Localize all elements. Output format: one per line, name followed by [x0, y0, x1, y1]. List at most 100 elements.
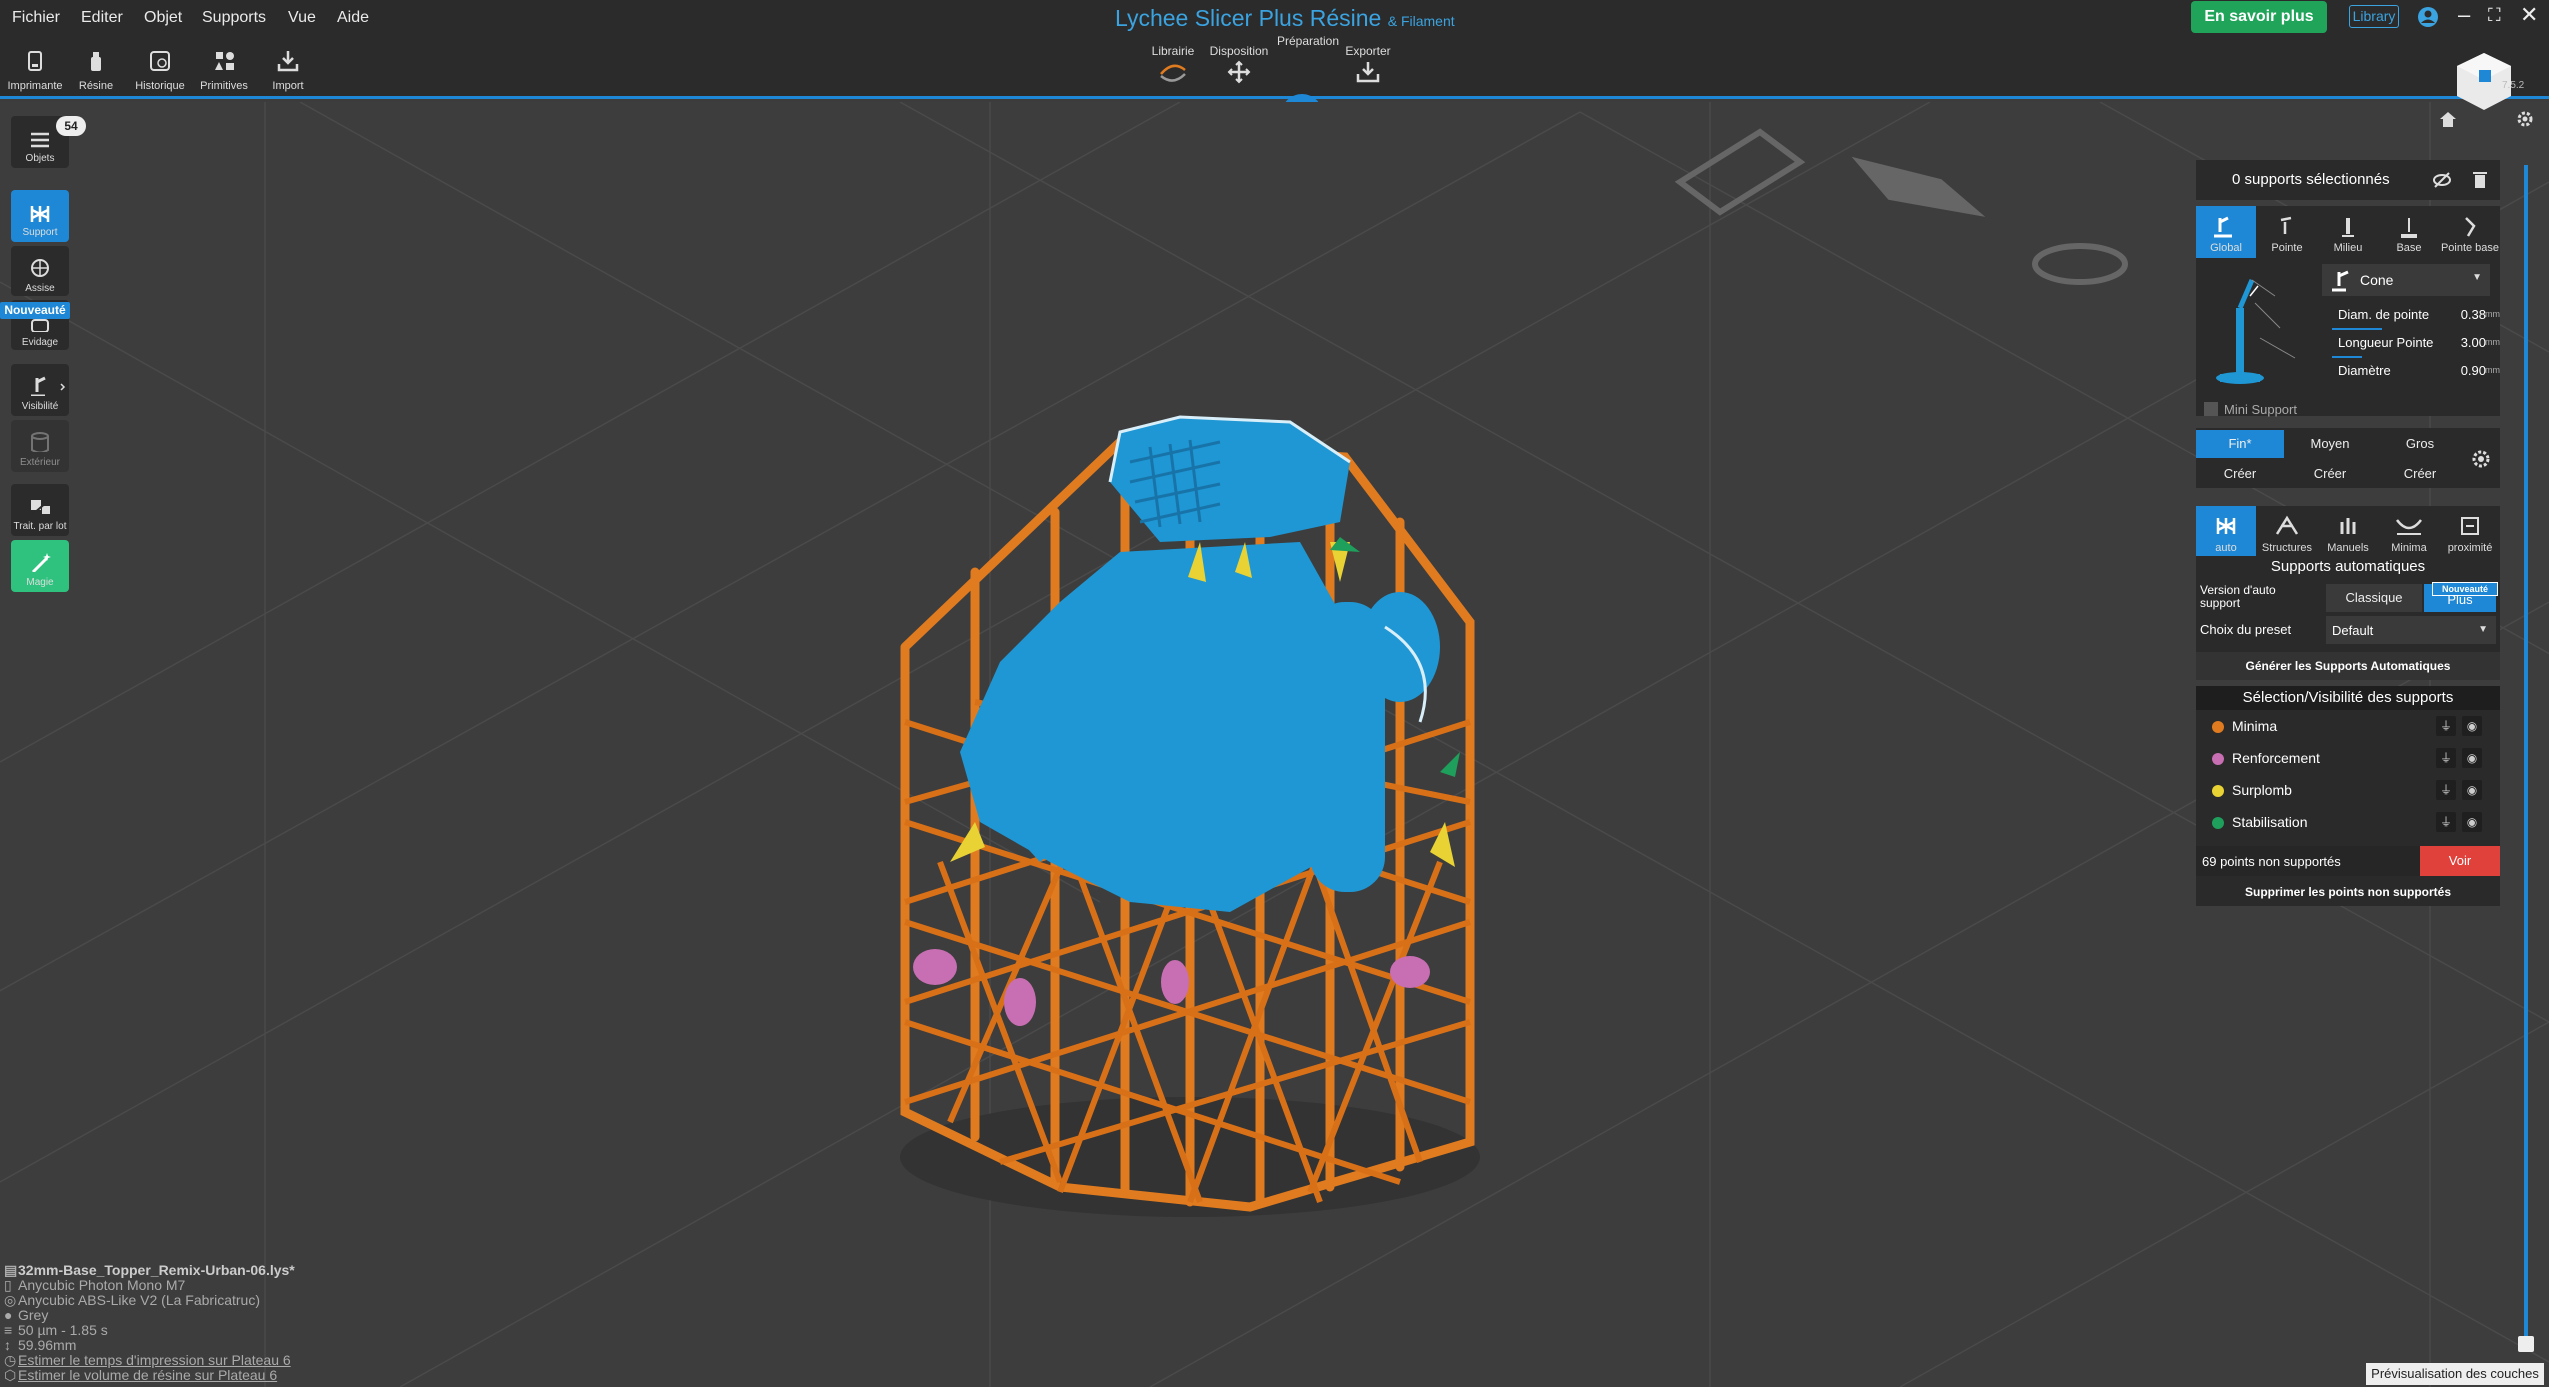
tab-global[interactable]: Global	[2196, 206, 2256, 258]
see-unsupported-button[interactable]: Voir	[2420, 846, 2500, 876]
support-button[interactable]: Support	[11, 190, 69, 242]
param-diameter[interactable]: Diamètre 0.90 mm	[2332, 358, 2500, 384]
visibility-row-reinforcement[interactable]: Renforcement ⏚ ◉	[2196, 742, 2500, 774]
proximity-icon	[2461, 517, 2479, 535]
size-large-button[interactable]: Gros	[2376, 430, 2464, 458]
tab-base[interactable]: Base	[2379, 206, 2439, 258]
select-support-icon[interactable]: ⏚	[2436, 812, 2456, 832]
size-settings-gear-icon[interactable]	[2470, 448, 2492, 470]
select-support-icon[interactable]: ⏚	[2436, 716, 2456, 736]
3d-viewport[interactable]	[0, 53, 2549, 1387]
auto-support-icon	[2216, 518, 2236, 534]
stabilisation-color-dot	[2212, 817, 2224, 829]
learn-more-button[interactable]: En savoir plus	[2191, 1, 2327, 33]
create-large-button[interactable]: Créer	[2376, 460, 2464, 488]
tab-structures[interactable]: Structures	[2257, 506, 2317, 556]
minima-color-dot	[2212, 721, 2224, 733]
visibility-row-stabilisation[interactable]: Stabilisation ⏚ ◉	[2196, 806, 2500, 838]
close-icon[interactable]: ✕	[2520, 2, 2538, 28]
layer-slider-track[interactable]	[2524, 165, 2528, 1340]
size-presets-box: Fin* Moyen Gros Créer Créer Créer	[2196, 428, 2500, 488]
resin-tool[interactable]: Résine	[64, 48, 128, 94]
batch-process-label: Trait. par lot	[13, 521, 67, 532]
auto-supports-title: Supports automatiques	[2270, 558, 2426, 575]
maximize-icon[interactable]: ⛶	[2488, 5, 2501, 26]
tab-tip-label: Pointe	[2271, 242, 2303, 254]
minima-label: Minima	[2232, 718, 2278, 734]
preset-dropdown[interactable]: Default ▼	[2326, 616, 2496, 644]
info-layer: ≡ 50 µm - 1.85 s	[4, 1322, 108, 1338]
hide-eye-icon[interactable]	[2432, 171, 2452, 189]
exterior-label: Extérieur	[19, 457, 60, 468]
size-fine-button[interactable]: Fin*	[2196, 430, 2284, 458]
info-height-value: 59.96mm	[18, 1337, 77, 1353]
tab-tip-base[interactable]: Pointe base	[2440, 206, 2500, 258]
menu-file[interactable]: Fichier	[12, 9, 60, 27]
mode-layout[interactable]: Disposition	[1194, 44, 1284, 89]
visibility-eye-icon[interactable]: ◉	[2462, 716, 2482, 736]
trash-icon[interactable]	[2471, 170, 2489, 190]
app-window: Fichier Editer Objet Supports Vue Aide L…	[0, 0, 2549, 1387]
param-slider-fill	[2332, 356, 2362, 358]
minimize-icon[interactable]: –	[2458, 2, 2470, 28]
tip-type-dropdown[interactable]: Cone ▼	[2322, 264, 2490, 296]
auto-version-classic[interactable]: Classique	[2326, 584, 2422, 612]
visibility-row-minima[interactable]: Minima ⏚ ◉	[2196, 710, 2500, 742]
tab-structures-label: Structures	[2261, 542, 2313, 554]
app-title: Lychee Slicer Plus Résine & Filament	[1115, 5, 1455, 32]
create-medium-button[interactable]: Créer	[2286, 460, 2374, 488]
mode-export[interactable]: Exporter	[1323, 44, 1413, 89]
mini-support-checkbox[interactable]	[2204, 402, 2218, 416]
delete-unsupported-button[interactable]: Supprimer les points non supportés	[2196, 878, 2500, 906]
estimate-time-text: Estimer le temps d'impression sur Platea…	[18, 1352, 291, 1368]
tab-proximity[interactable]: proximité	[2440, 506, 2500, 556]
magic-button[interactable]: Magie	[11, 540, 69, 592]
param-tip-diameter-value[interactable]: 0.38	[2461, 307, 2486, 322]
tab-tip[interactable]: Pointe	[2257, 206, 2317, 258]
menu-help[interactable]: Aide	[337, 9, 369, 27]
param-tip-length[interactable]: Longueur Pointe 3.00 mm	[2332, 330, 2500, 356]
info-height: ↕ 59.96mm	[4, 1337, 76, 1353]
batch-process-button[interactable]: Trait. par lot	[11, 484, 69, 536]
import-tool-label: Import	[272, 80, 304, 92]
tab-manual[interactable]: Manuels	[2318, 506, 2378, 556]
param-tip-length-value[interactable]: 3.00	[2461, 335, 2486, 350]
import-tool[interactable]: Import	[256, 48, 320, 94]
account-icon[interactable]	[2416, 5, 2440, 29]
param-tip-diameter[interactable]: Diam. de pointe 0.38 mm	[2332, 302, 2500, 328]
estimate-volume-link[interactable]: ⬡ Estimer le volume de résine sur Plateau…	[4, 1367, 277, 1384]
select-support-icon[interactable]: ⏚	[2436, 780, 2456, 800]
library-button[interactable]: Library	[2349, 5, 2399, 28]
visibility-eye-icon[interactable]: ◉	[2462, 812, 2482, 832]
selection-header: 0 supports sélectionnés	[2196, 160, 2500, 200]
param-slider-fill	[2332, 328, 2382, 330]
tab-minima[interactable]: Minima	[2379, 506, 2439, 556]
visibility-eye-icon[interactable]: ◉	[2462, 780, 2482, 800]
history-tool[interactable]: Historique	[128, 48, 192, 94]
layer-slider-handle[interactable]	[2518, 1336, 2534, 1352]
home-view-icon[interactable]	[2438, 110, 2458, 128]
stabilisation-label: Stabilisation	[2232, 814, 2308, 830]
param-diameter-value[interactable]: 0.90	[2461, 363, 2486, 378]
layer-preview-label[interactable]: Prévisualisation des couches	[2366, 1363, 2544, 1385]
exterior-button[interactable]: Extérieur	[11, 420, 69, 472]
seat-button[interactable]: Assise	[11, 246, 69, 296]
menu-view[interactable]: Vue	[288, 9, 316, 27]
tab-middle[interactable]: Milieu	[2318, 206, 2378, 258]
create-fine-button[interactable]: Créer	[2196, 460, 2284, 488]
menu-supports[interactable]: Supports	[202, 9, 266, 27]
primitives-tool[interactable]: Primitives	[192, 48, 256, 94]
printer-tool[interactable]: Imprimante	[3, 48, 67, 94]
param-tip-diameter-name: Diam. de pointe	[2338, 307, 2430, 322]
menu-object[interactable]: Objet	[144, 9, 182, 27]
printer-tool-label: Imprimante	[7, 80, 63, 92]
menu-edit[interactable]: Editer	[81, 9, 123, 27]
visibility-eye-icon[interactable]: ◉	[2462, 748, 2482, 768]
select-support-icon[interactable]: ⏚	[2436, 748, 2456, 768]
generate-auto-supports-button[interactable]: Générer les Supports Automatiques	[2196, 652, 2500, 680]
visibility-button[interactable]: Visibilité	[11, 364, 69, 416]
view-settings-gear-icon[interactable]	[2516, 110, 2534, 128]
size-medium-button[interactable]: Moyen	[2286, 430, 2374, 458]
tab-auto[interactable]: auto	[2196, 506, 2256, 556]
visibility-row-overhang[interactable]: Surplomb ⏚ ◉	[2196, 774, 2500, 806]
